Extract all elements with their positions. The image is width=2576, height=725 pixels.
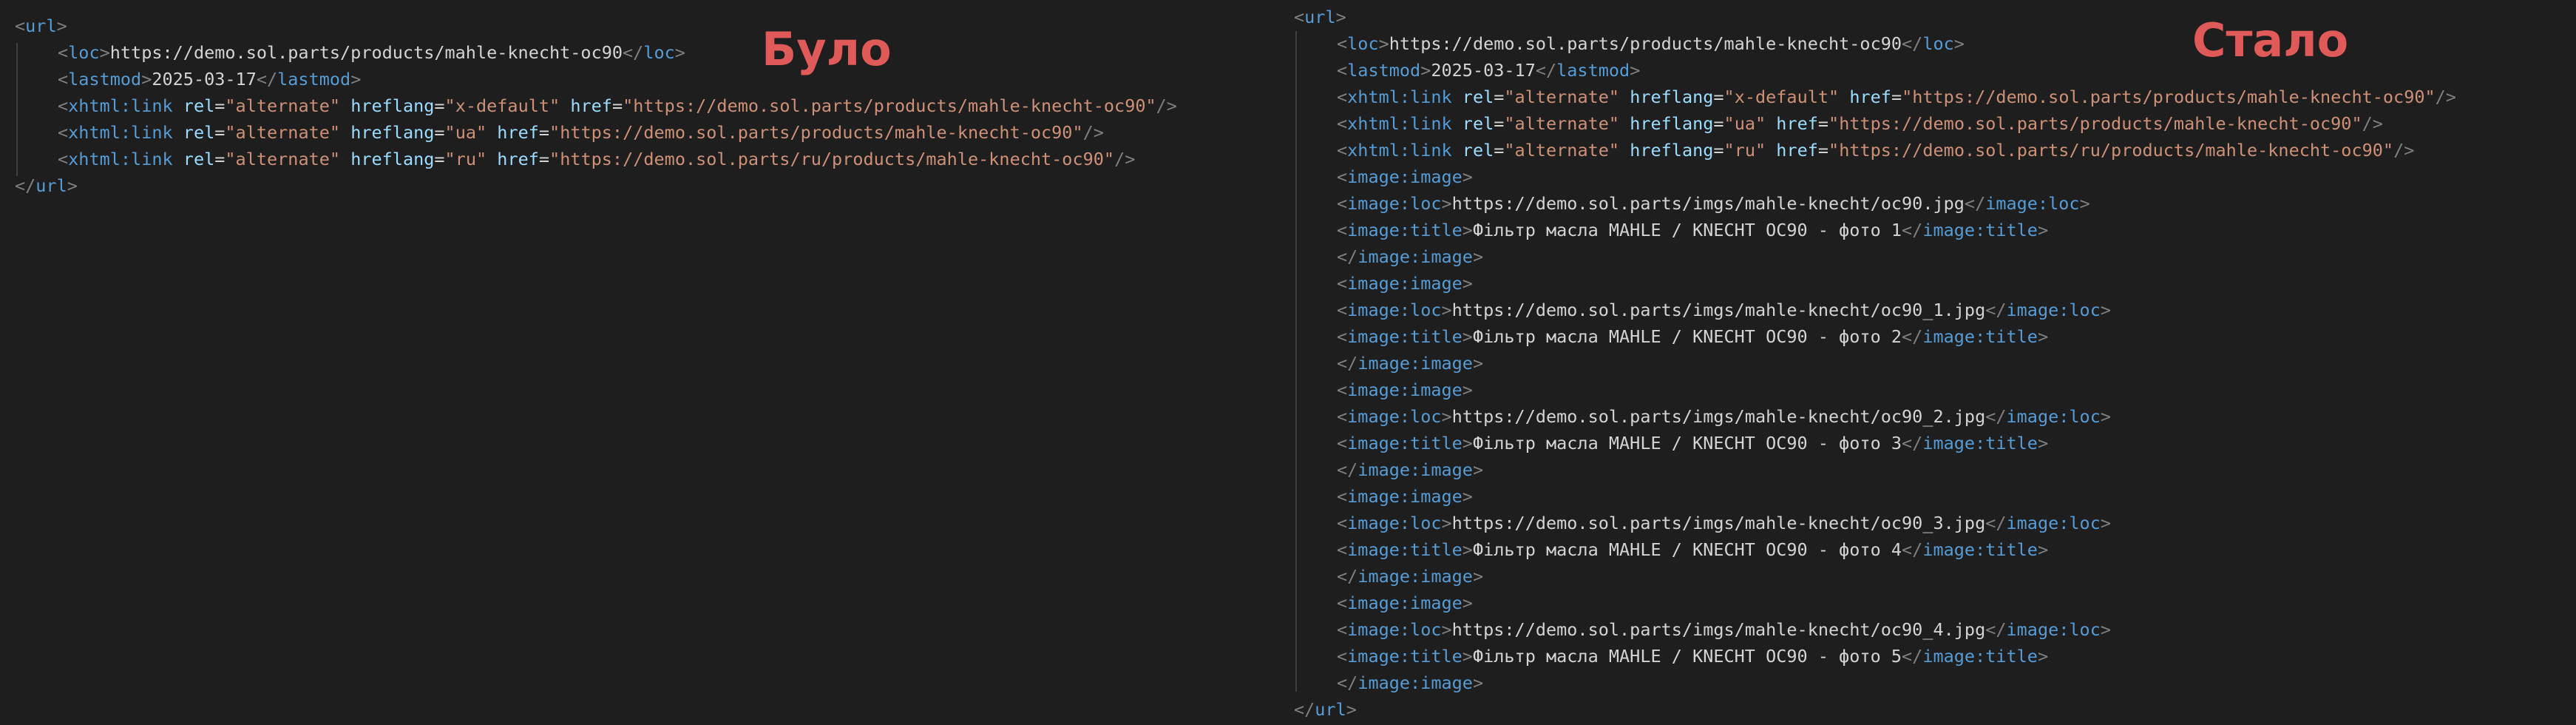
- image-loc-line: <image:loc>https://demo.sol.parts/imgs/m…: [1337, 193, 2090, 214]
- image-loc-line: <image:loc>https://demo.sol.parts/imgs/m…: [1337, 619, 2112, 640]
- image-loc-value: https://demo.sol.parts/imgs/mahle-knecht…: [1451, 513, 1986, 533]
- image-open-line: <image:image>: [1337, 593, 1473, 613]
- before-code[interactable]: <url> <loc>https://demo.sol.parts/produc…: [15, 13, 1177, 199]
- image-title-line: <image:title>Фільтр масла MAHLE / KNECHT…: [1337, 539, 2049, 560]
- lastmod-value: 2025-03-17: [152, 69, 257, 90]
- image-loc-line: <image:loc>https://demo.sol.parts/imgs/m…: [1337, 406, 2112, 427]
- image-loc-value: https://demo.sol.parts/imgs/mahle-knecht…: [1451, 619, 1986, 640]
- image-title-line: <image:title>Фільтр масла MAHLE / KNECHT…: [1337, 433, 2049, 453]
- image-title-line: <image:title>Фільтр масла MAHLE / KNECHT…: [1337, 326, 2049, 347]
- loc-value: https://demo.sol.parts/products/mahle-kn…: [109, 42, 623, 63]
- image-open-line: <image:image>: [1337, 273, 1473, 294]
- image-loc-value: https://demo.sol.parts/imgs/mahle-knecht…: [1451, 300, 1986, 320]
- url-open-line: <url>: [1294, 7, 1346, 27]
- xhtml-link-line: <xhtml:link rel="alternate" hreflang="x-…: [58, 95, 1177, 116]
- image-loc-line: <image:loc>https://demo.sol.parts/imgs/m…: [1337, 513, 2112, 533]
- image-open-line: <image:image>: [1337, 380, 1473, 400]
- xhtml-link-line: <xhtml:link rel="alternate" hreflang="ua…: [1337, 113, 2383, 134]
- image-title-value: Фільтр масла MAHLE / KNECHT OC90 - фото …: [1472, 539, 1902, 560]
- url-close-line: </url>: [15, 175, 78, 196]
- loc-line: <loc>https://demo.sol.parts/products/mah…: [58, 42, 685, 63]
- image-title-line: <image:title>Фільтр масла MAHLE / KNECHT…: [1337, 220, 2049, 240]
- image-open-line: <image:image>: [1337, 486, 1473, 507]
- image-close-line: </image:image>: [1337, 459, 1484, 480]
- image-title-value: Фільтр масла MAHLE / KNECHT OC90 - фото …: [1472, 646, 1902, 667]
- image-close-line: </image:image>: [1337, 246, 1484, 267]
- image-title-line: <image:title>Фільтр масла MAHLE / KNECHT…: [1337, 646, 2049, 667]
- url-close-line: </url>: [1294, 699, 1357, 720]
- url-open-line: <url>: [15, 16, 67, 36]
- before-pane: Було <url> <loc>https://demo.sol.parts/p…: [0, 0, 1287, 725]
- xhtml-link-line: <xhtml:link rel="alternate" hreflang="ua…: [58, 122, 1104, 143]
- loc-value: https://demo.sol.parts/products/mahle-kn…: [1389, 33, 1902, 54]
- xhtml-link-line: <xhtml:link rel="alternate" hreflang="ru…: [1337, 140, 2415, 161]
- image-loc-value: https://demo.sol.parts/imgs/mahle-knecht…: [1451, 406, 1986, 427]
- after-pane: Стало <url> <loc>https://demo.sol.parts/…: [1287, 0, 2576, 725]
- image-close-line: </image:image>: [1337, 566, 1484, 587]
- url-tag: url: [25, 16, 57, 36]
- image-loc-line: <image:loc>https://demo.sol.parts/imgs/m…: [1337, 300, 2112, 320]
- image-title-value: Фільтр масла MAHLE / KNECHT OC90 - фото …: [1472, 433, 1902, 453]
- lastmod-line: <lastmod>2025-03-17</lastmod>: [1337, 60, 1641, 81]
- image-title-value: Фільтр масла MAHLE / KNECHT OC90 - фото …: [1472, 220, 1902, 240]
- xhtml-link-line: <xhtml:link rel="alternate" hreflang="ru…: [58, 149, 1136, 169]
- image-title-value: Фільтр масла MAHLE / KNECHT OC90 - фото …: [1472, 326, 1902, 347]
- image-loc-value: https://demo.sol.parts/imgs/mahle-knecht…: [1451, 193, 1965, 214]
- xhtml-link-line: <xhtml:link rel="alternate" hreflang="x-…: [1337, 87, 2456, 107]
- lastmod-value: 2025-03-17: [1431, 60, 1536, 81]
- image-close-line: </image:image>: [1337, 672, 1484, 693]
- after-code[interactable]: <url> <loc>https://demo.sol.parts/produc…: [1294, 4, 2456, 723]
- image-open-line: <image:image>: [1337, 166, 1473, 187]
- loc-line: <loc>https://demo.sol.parts/products/mah…: [1337, 33, 1965, 54]
- lastmod-line: <lastmod>2025-03-17</lastmod>: [58, 69, 362, 90]
- image-close-line: </image:image>: [1337, 353, 1484, 374]
